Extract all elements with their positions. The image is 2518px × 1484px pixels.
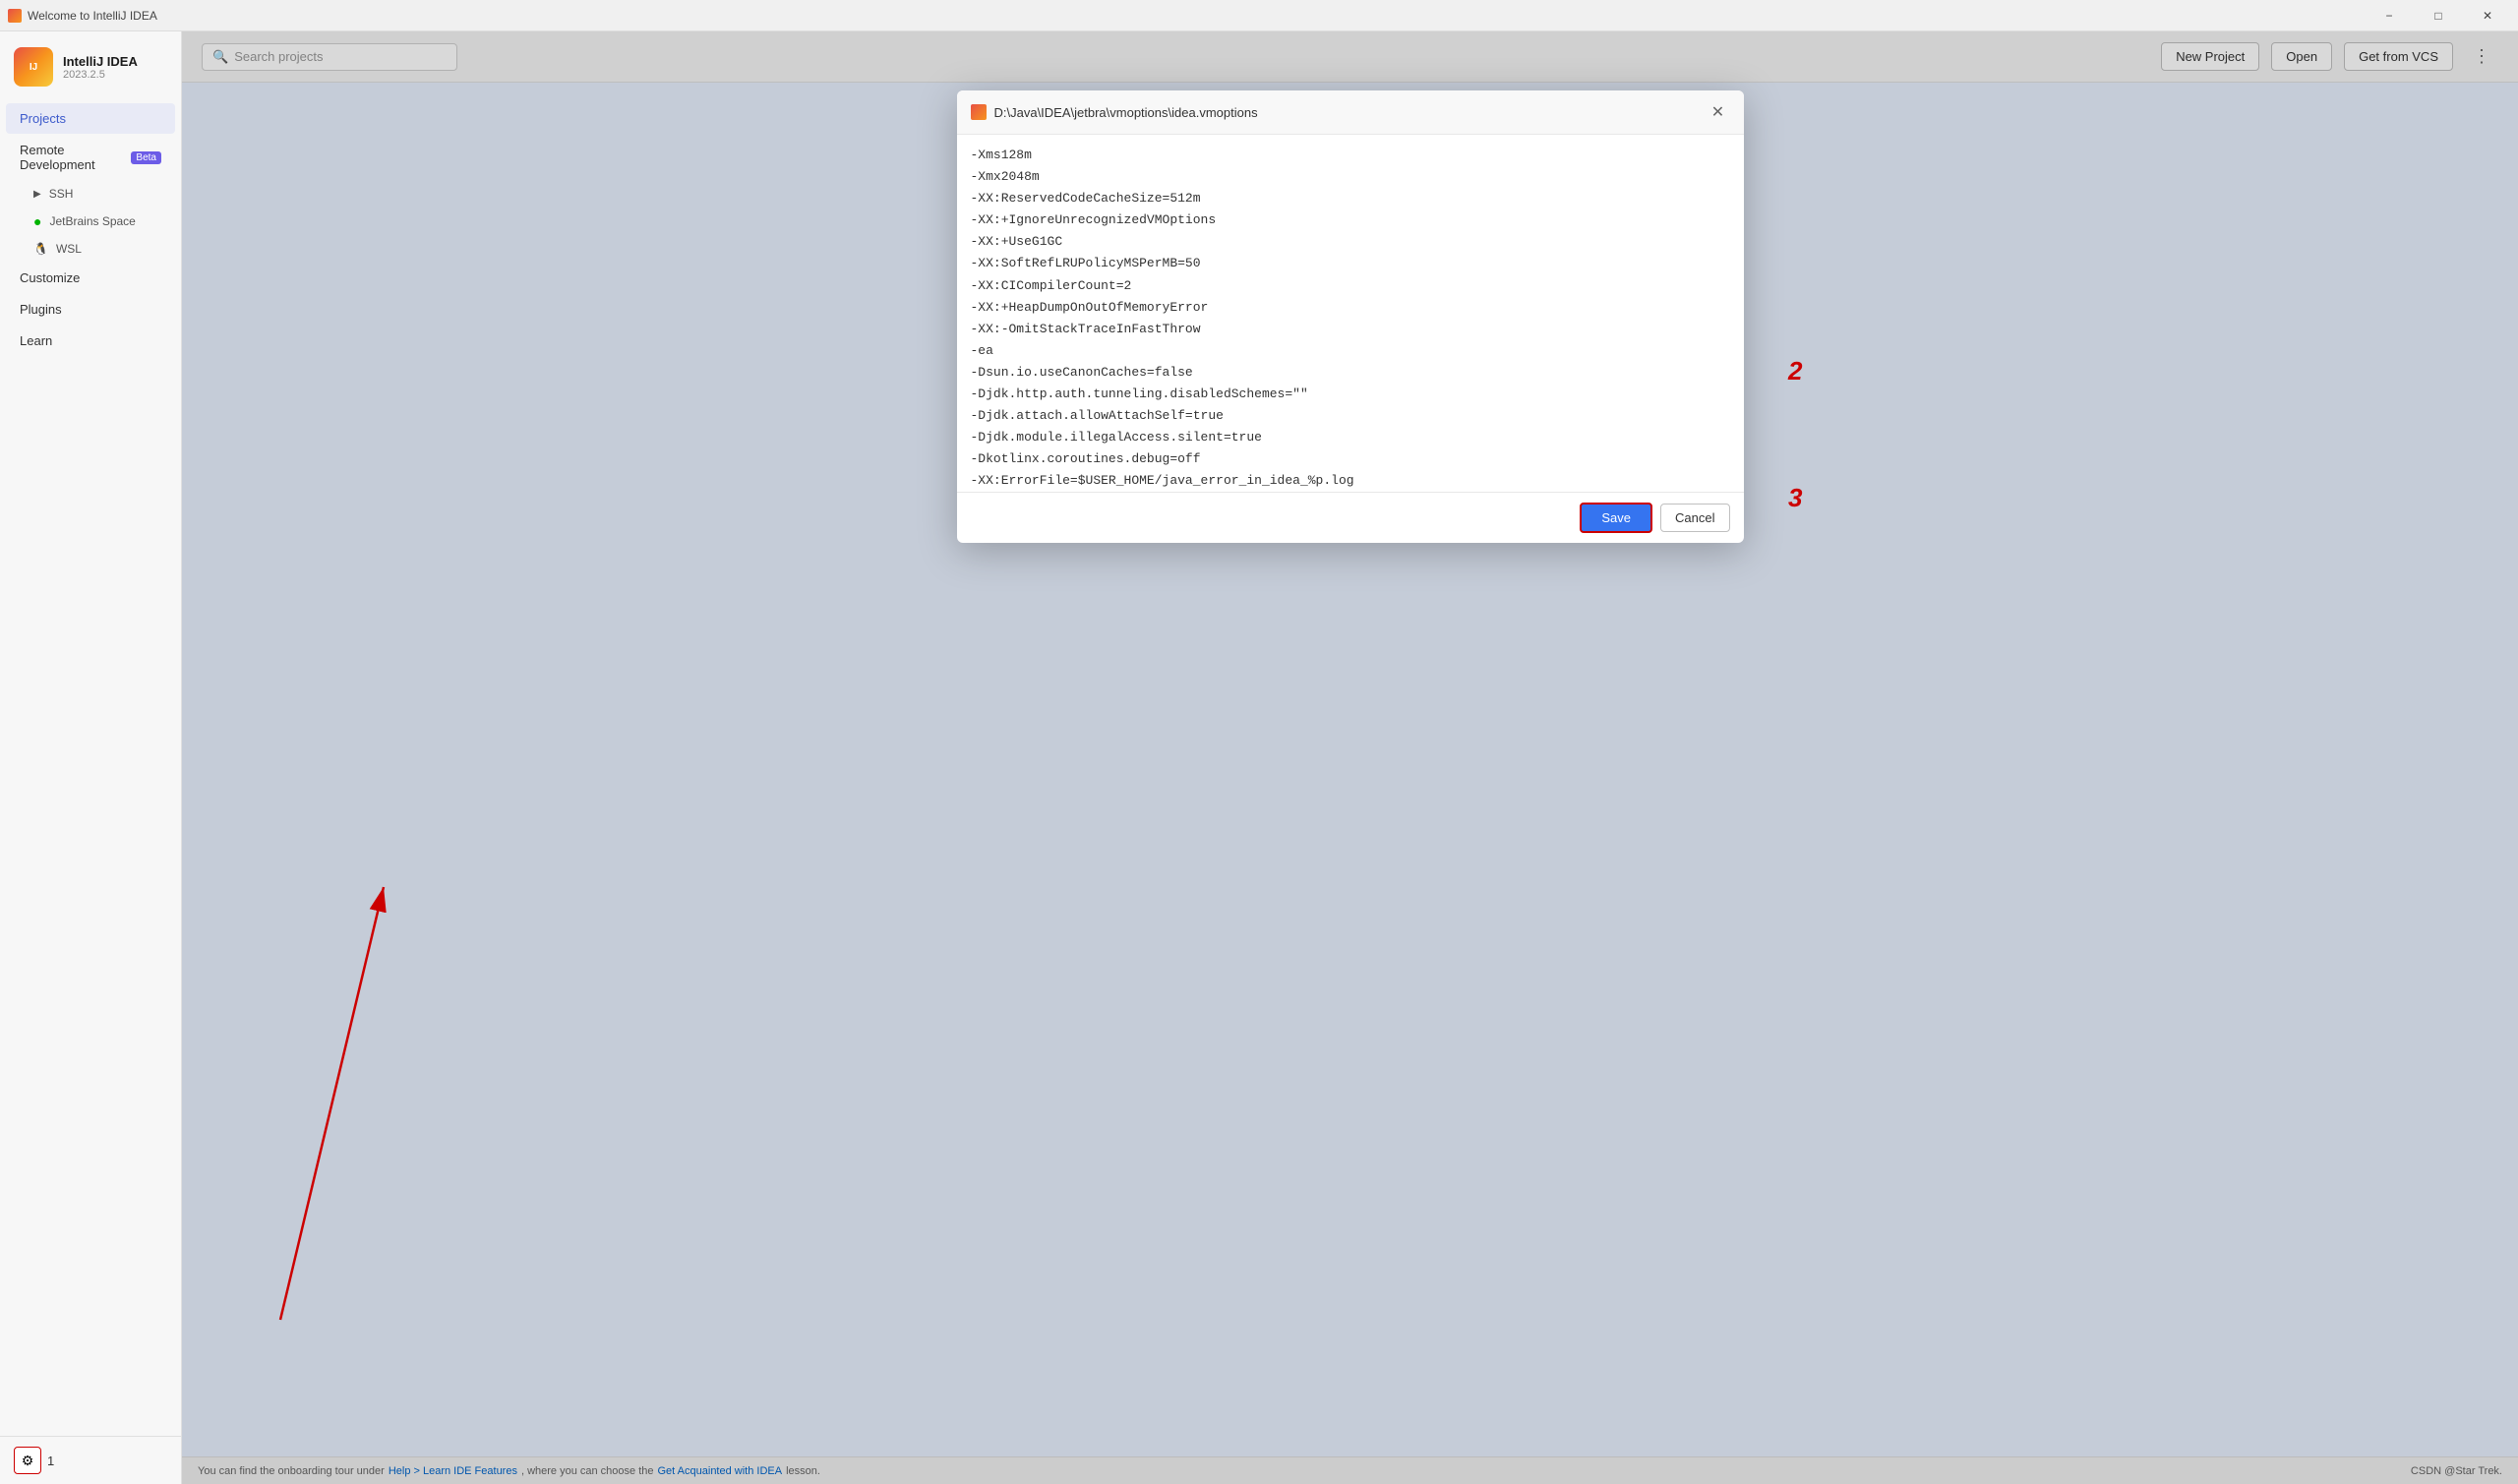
sidebar-item-customize-label: Customize (20, 270, 80, 285)
sidebar-item-learn[interactable]: Learn (6, 326, 175, 356)
settings-icon-button[interactable]: ⚙ (14, 1447, 41, 1474)
minimize-button[interactable]: − (2367, 0, 2412, 31)
main-content: 🔍 Search projects New Project Open Get f… (182, 31, 2518, 1484)
vmoptions-line-12: -Djdk.http.auth.tunneling.disabledScheme… (971, 384, 1730, 405)
sidebar-header: IJ IntelliJ IDEA 2023.2.5 (0, 31, 181, 98)
sidebar-item-ssh[interactable]: ▶ SSH (6, 181, 175, 207)
vmoptions-line-13: -Djdk.attach.allowAttachSelf=true (971, 405, 1730, 427)
sidebar-item-projects-label: Projects (20, 111, 66, 126)
intellij-icon (8, 9, 22, 23)
app-layout: IJ IntelliJ IDEA 2023.2.5 Projects Remot… (0, 31, 2518, 1484)
sidebar-item-jetbrains-space-label: JetBrains Space (49, 214, 135, 228)
sidebar-item-plugins-label: Plugins (20, 302, 62, 317)
titlebar-controls: − □ ✕ (2367, 0, 2510, 31)
sidebar-nav: Projects Remote Development Beta ▶ SSH ●… (0, 98, 181, 1436)
dialog-body[interactable]: -Xms128m -Xmx2048m -XX:ReservedCodeCache… (957, 135, 1744, 492)
titlebar-left: Welcome to IntelliJ IDEA (8, 9, 157, 23)
app-version: 2023.2.5 (63, 69, 138, 81)
maximize-button[interactable]: □ (2416, 0, 2461, 31)
dialog-title-row: D:\Java\IDEA\jetbra\vmoptions\idea.vmopt… (971, 104, 1258, 120)
sidebar-footer: ⚙ 1 (0, 1436, 181, 1484)
vmoptions-dialog: D:\Java\IDEA\jetbra\vmoptions\idea.vmopt… (957, 90, 1744, 543)
vmoptions-line-2: -Xmx2048m (971, 166, 1730, 188)
vmoptions-line-14: -Djdk.module.illegalAccess.silent=true (971, 427, 1730, 448)
vmoptions-line-15: -Dkotlinx.coroutines.debug=off (971, 448, 1730, 470)
annotation-2: 2 (1788, 356, 1802, 386)
sidebar-item-ssh-label: SSH (49, 187, 74, 201)
sidebar-item-customize[interactable]: Customize (6, 263, 175, 293)
dialog-intellij-icon (971, 104, 987, 120)
cancel-button[interactable]: Cancel (1660, 504, 1729, 532)
save-button[interactable]: Save (1580, 503, 1652, 533)
sidebar-item-jetbrains-space[interactable]: ● JetBrains Space (6, 208, 175, 235)
sidebar-item-learn-label: Learn (20, 333, 52, 348)
titlebar: Welcome to IntelliJ IDEA − □ ✕ (0, 0, 2518, 31)
vmoptions-line-16: -XX:ErrorFile=$USER_HOME/java_error_in_i… (971, 470, 1730, 492)
titlebar-title: Welcome to IntelliJ IDEA (28, 9, 157, 23)
vmoptions-line-10: -ea (971, 340, 1730, 362)
dialog-close-button[interactable]: ✕ (1707, 100, 1730, 124)
vmoptions-line-1: -Xms128m (971, 145, 1730, 166)
modal-overlay: D:\Java\IDEA\jetbra\vmoptions\idea.vmopt… (182, 31, 2518, 1484)
close-window-button[interactable]: ✕ (2465, 0, 2510, 31)
vmoptions-line-7: -XX:CICompilerCount=2 (971, 275, 1730, 297)
app-logo: IJ (14, 47, 53, 87)
vmoptions-line-9: -XX:-OmitStackTraceInFastThrow (971, 319, 1730, 340)
remote-dev-badge: Beta (131, 151, 161, 164)
vmoptions-line-5: -XX:+UseG1GC (971, 231, 1730, 253)
step-1-label: 1 (47, 1454, 54, 1468)
sidebar-item-wsl-label: WSL (56, 242, 82, 256)
annotation-3: 3 (1788, 483, 1802, 513)
dialog-title: D:\Java\IDEA\jetbra\vmoptions\idea.vmopt… (994, 105, 1258, 120)
app-name: IntelliJ IDEA (63, 54, 138, 69)
vmoptions-line-4: -XX:+IgnoreUnrecognizedVMOptions (971, 209, 1730, 231)
sidebar-item-remote-dev[interactable]: Remote Development Beta (6, 135, 175, 180)
vmoptions-line-8: -XX:+HeapDumpOnOutOfMemoryError (971, 297, 1730, 319)
vmoptions-line-11: -Dsun.io.useCanonCaches=false (971, 362, 1730, 384)
dialog-titlebar: D:\Java\IDEA\jetbra\vmoptions\idea.vmopt… (957, 90, 1744, 135)
sidebar-item-projects[interactable]: Projects (6, 103, 175, 134)
dialog-footer: Save Cancel (957, 492, 1744, 543)
sidebar-item-remote-dev-label: Remote Development (20, 143, 119, 172)
app-info: IntelliJ IDEA 2023.2.5 (63, 54, 138, 81)
sidebar-item-plugins[interactable]: Plugins (6, 294, 175, 325)
sidebar: IJ IntelliJ IDEA 2023.2.5 Projects Remot… (0, 31, 182, 1484)
vmoptions-line-6: -XX:SoftRefLRUPolicyMSPerMB=50 (971, 253, 1730, 274)
vmoptions-line-3: -XX:ReservedCodeCacheSize=512m (971, 188, 1730, 209)
sidebar-item-wsl[interactable]: 🐧 WSL (6, 236, 175, 262)
